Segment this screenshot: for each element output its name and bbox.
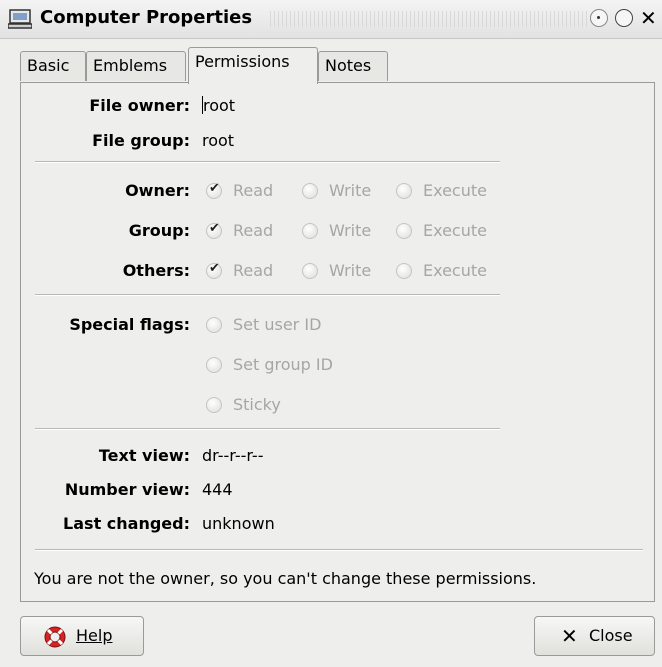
separator	[35, 294, 500, 296]
text-view-label: Text view:	[98, 446, 190, 465]
others-write-checkbox[interactable]	[302, 263, 318, 279]
group-read-checkbox[interactable]	[206, 221, 222, 239]
close-button[interactable]: ✕ Close	[534, 616, 655, 656]
file-owner-label: File owner:	[89, 96, 190, 115]
sticky-label: Sticky	[233, 395, 281, 414]
last-changed-value: unknown	[202, 514, 275, 533]
help-button-label: Help	[76, 626, 113, 645]
group-execute-label: Execute	[423, 221, 487, 240]
text-view-value: dr--r--r--	[202, 446, 264, 465]
tab-permissions-label: Permissions	[195, 52, 290, 71]
tab-emblems-label: Emblems	[93, 56, 168, 75]
last-changed-label: Last changed:	[63, 514, 190, 533]
group-label: Group:	[128, 221, 190, 240]
help-button[interactable]: Help	[20, 616, 144, 656]
minimize-button[interactable]	[590, 9, 608, 27]
group-write-checkbox[interactable]	[302, 223, 318, 239]
others-label: Others:	[122, 261, 190, 280]
special-flags-label: Special flags:	[69, 315, 190, 334]
tab-emblems[interactable]: Emblems	[86, 51, 186, 81]
group-write-label: Write	[329, 221, 372, 240]
owner-write-checkbox[interactable]	[302, 183, 318, 199]
maximize-button[interactable]	[615, 9, 633, 27]
separator	[35, 428, 500, 430]
sticky-checkbox[interactable]	[206, 397, 222, 413]
owner-execute-label: Execute	[423, 181, 487, 200]
help-lifebuoy-icon	[43, 625, 67, 653]
set-group-id-checkbox[interactable]	[206, 357, 222, 373]
separator	[35, 161, 500, 163]
close-x-icon: ✕	[561, 624, 578, 648]
tab-notes-label: Notes	[325, 56, 372, 75]
close-window-icon[interactable]: ✕	[640, 6, 657, 30]
file-owner-text: root	[203, 96, 236, 115]
owner-read-label: Read	[233, 181, 274, 200]
others-read-checkbox[interactable]	[206, 261, 222, 279]
tab-permissions[interactable]: Permissions	[188, 47, 318, 84]
close-button-label: Close	[589, 626, 633, 645]
set-user-id-checkbox[interactable]	[206, 317, 222, 333]
window-title: Computer Properties	[40, 7, 253, 28]
title-bar[interactable]: Computer Properties ✕	[0, 0, 662, 39]
tab-basic[interactable]: Basic	[20, 51, 86, 81]
computer-icon	[7, 9, 33, 33]
separator	[35, 549, 643, 551]
number-view-label: Number view:	[64, 480, 190, 499]
owner-read-checkbox[interactable]	[206, 181, 222, 199]
others-write-label: Write	[329, 261, 372, 280]
tab-basic-label: Basic	[27, 56, 70, 75]
others-execute-label: Execute	[423, 261, 487, 280]
owner-write-label: Write	[329, 181, 372, 200]
owner-label: Owner:	[125, 181, 190, 200]
owner-execute-checkbox[interactable]	[396, 183, 412, 199]
tab-notes[interactable]: Notes	[318, 51, 388, 81]
others-read-label: Read	[233, 261, 274, 280]
group-read-label: Read	[233, 221, 274, 240]
set-group-id-label: Set group ID	[233, 355, 333, 374]
number-view-value: 444	[202, 480, 233, 499]
title-bar-grip	[270, 11, 590, 27]
others-execute-checkbox[interactable]	[396, 263, 412, 279]
permission-message: You are not the owner, so you can't chan…	[34, 569, 537, 588]
group-execute-checkbox[interactable]	[396, 223, 412, 239]
file-group-value: root	[202, 131, 235, 150]
file-group-label: File group:	[92, 131, 190, 150]
set-user-id-label: Set user ID	[233, 315, 322, 334]
file-owner-value: root	[202, 96, 235, 115]
